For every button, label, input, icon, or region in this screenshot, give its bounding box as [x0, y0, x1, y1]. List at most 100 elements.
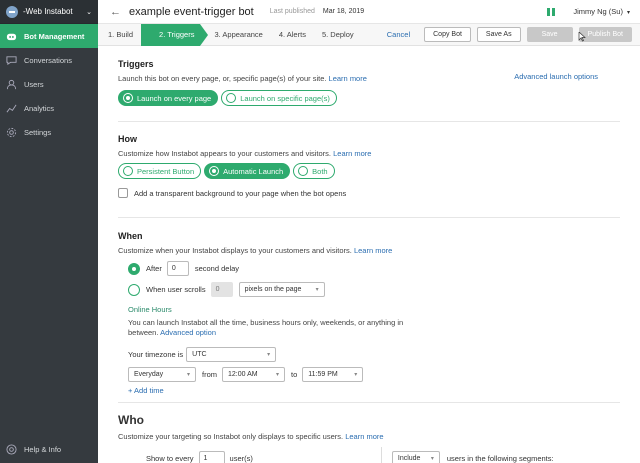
chevron-down-icon: ▾ — [186, 372, 190, 378]
timezone-label: Your timezone is — [128, 350, 184, 359]
tab-alerts[interactable]: 4. Alerts — [271, 24, 314, 46]
add-time-link[interactable]: + Add time — [118, 386, 620, 395]
day-select[interactable]: Everyday ▾ — [128, 367, 196, 382]
top-bar: ← example event-trigger bot Last publish… — [98, 0, 640, 24]
tab-deploy[interactable]: 5. Deploy — [314, 24, 362, 46]
user-name: Jimmy Ng (Su) — [573, 7, 623, 16]
advanced-launch-options-link[interactable]: Advanced launch options — [514, 72, 598, 81]
delay-unit-label: second delay — [194, 264, 240, 273]
scroll-unit-select[interactable]: pixels on the page ▾ — [238, 282, 325, 297]
step-bar: 1. Build 2. Triggers 3. Appearance 4. Al… — [98, 23, 640, 46]
cancel-button[interactable]: Cancel — [387, 30, 410, 39]
learn-more-link[interactable]: Learn more — [354, 246, 392, 255]
section-title: How — [118, 134, 137, 144]
radio-icon — [209, 166, 220, 176]
start-time-select[interactable]: 12:00 AM ▾ — [222, 367, 285, 382]
bot-icon — [6, 31, 17, 42]
gear-icon — [6, 127, 17, 138]
sidebar-item-label: Settings — [24, 127, 52, 137]
persistent-button-option[interactable]: Persistent Button — [118, 163, 202, 179]
tab-triggers[interactable]: 2. Triggers — [141, 23, 209, 46]
online-hours-title: Online Hours — [128, 305, 172, 314]
advanced-option-link[interactable]: Advanced option — [160, 328, 216, 337]
published-label: Last published — [269, 8, 315, 15]
sidebar-item-label: Bot Management — [24, 31, 85, 41]
learn-more-link[interactable]: Learn more — [329, 74, 367, 83]
divider — [380, 447, 382, 463]
triggers-section: Triggers Launch this bot on every page, … — [118, 46, 620, 122]
chevron-down-icon: ▾ — [315, 287, 319, 293]
show-to-every-label: Show to every — [146, 453, 194, 463]
chevron-down-icon: ▾ — [430, 455, 434, 462]
published-date: Mar 18, 2019 — [322, 8, 365, 15]
help-icon — [6, 444, 17, 455]
tab-appearance[interactable]: 3. Appearance — [200, 24, 270, 46]
chevron-down-icon: ▾ — [267, 352, 271, 358]
section-title: When — [118, 231, 143, 241]
from-label: from — [202, 370, 217, 379]
back-arrow-icon[interactable]: ← — [110, 6, 121, 18]
tab-build[interactable]: 1. Build — [98, 24, 141, 46]
users-label: user(s) — [229, 453, 253, 463]
main-content: Triggers Launch this bot on every page, … — [98, 46, 640, 463]
radio-icon — [226, 93, 237, 103]
transparent-background-row[interactable]: Add a transparent background to your pag… — [118, 188, 620, 198]
how-section: How Customize how Instabot appears to yo… — [118, 122, 620, 218]
sidebar-item-analytics[interactable]: Analytics — [0, 96, 98, 120]
copy-bot-button[interactable]: Copy Bot — [424, 27, 471, 42]
workspace-name: -Web Instabot — [23, 7, 73, 16]
publish-bot-button[interactable]: Publish Bot — [578, 27, 632, 42]
radio-icon — [298, 166, 309, 176]
learn-more-link[interactable]: Learn more — [333, 149, 371, 158]
every-input[interactable]: 1 — [198, 450, 225, 463]
workspace-switcher[interactable]: -Web Instabot ⌄ — [0, 0, 98, 24]
sidebar-item-label: Analytics — [24, 103, 55, 113]
checkbox-label: Add a transparent background to your pag… — [134, 188, 347, 198]
transparent-background-checkbox[interactable] — [118, 188, 128, 198]
workspace-logo-icon — [6, 5, 18, 18]
chevron-down-icon: ⌄ — [86, 8, 92, 16]
after-delay-radio[interactable] — [128, 262, 140, 275]
who-section: Who Customize your targeting so Instabot… — [118, 403, 620, 463]
segments-label: users in the following segments: — [446, 453, 554, 463]
sidebar-item-label: Conversations — [24, 55, 72, 65]
radio-icon — [123, 166, 133, 176]
sidebar: -Web Instabot ⌄ Bot Management Conversat… — [0, 0, 98, 463]
scroll-input[interactable]: 0 — [210, 282, 233, 297]
section-title: Triggers — [118, 59, 154, 69]
flag-icon[interactable] — [547, 7, 556, 16]
include-select[interactable]: Include ▾ — [391, 450, 440, 463]
user-scrolls-radio[interactable] — [128, 283, 140, 296]
both-option[interactable]: Both — [293, 163, 335, 179]
delay-input[interactable]: 0 — [166, 261, 189, 276]
section-description: Customize when your Instabot displays to… — [118, 246, 393, 255]
to-label: to — [291, 370, 298, 379]
launch-specific-pages-option[interactable]: Launch on specific page(s) — [221, 90, 337, 106]
learn-more-link[interactable]: Learn more — [345, 432, 383, 441]
chat-icon — [6, 55, 17, 66]
sidebar-item-users[interactable]: Users — [0, 72, 98, 96]
sidebar-item-bot-management[interactable]: Bot Management — [0, 24, 98, 48]
save-button[interactable]: Save — [526, 27, 573, 42]
user-icon — [6, 79, 17, 90]
analytics-icon — [6, 103, 17, 114]
chevron-down-icon: ▾ — [354, 372, 358, 378]
help-info-link[interactable]: Help & Info — [6, 444, 61, 455]
bot-name: example event-trigger bot — [129, 5, 254, 18]
sidebar-item-conversations[interactable]: Conversations — [0, 48, 98, 72]
launch-every-page-option[interactable]: Launch on every page — [118, 90, 219, 106]
timezone-select[interactable]: UTC ▾ — [186, 347, 277, 362]
end-time-select[interactable]: 11:59 PM ▾ — [302, 367, 364, 382]
mouse-cursor-icon — [578, 32, 586, 42]
scrolls-label: When user scrolls — [146, 285, 206, 294]
chevron-down-icon: ▾ — [626, 10, 630, 16]
automatic-launch-option[interactable]: Automatic Launch — [204, 163, 291, 179]
section-description: Customize how Instabot appears to your c… — [118, 149, 372, 158]
sidebar-item-label: Users — [24, 79, 44, 89]
help-label: Help & Info — [24, 445, 62, 454]
sidebar-item-settings[interactable]: Settings — [0, 120, 98, 144]
user-menu[interactable]: Jimmy Ng (Su) ▾ — [573, 7, 630, 16]
save-as-button[interactable]: Save As — [476, 27, 521, 42]
section-title: Who — [118, 413, 144, 427]
chevron-down-icon: ▾ — [275, 372, 279, 378]
